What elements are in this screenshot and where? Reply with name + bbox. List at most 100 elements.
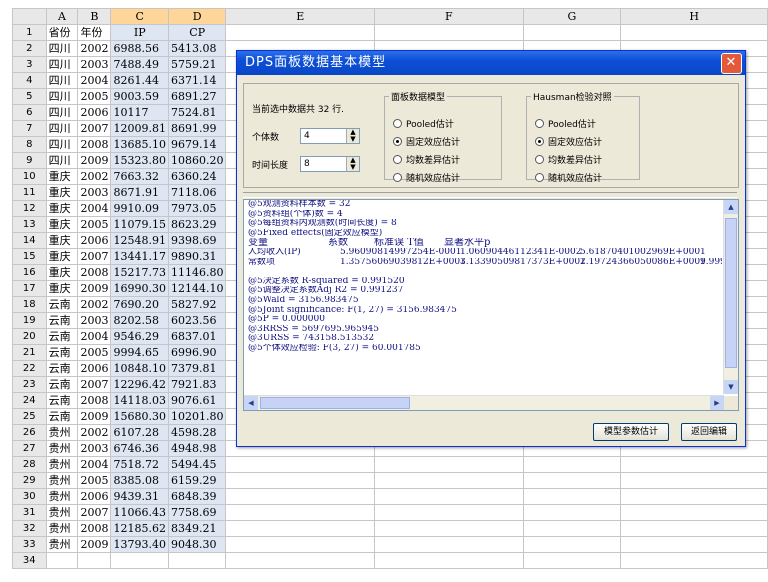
data-cell[interactable]: 9076.61 <box>167 392 227 409</box>
empty-cell[interactable] <box>522 24 622 41</box>
row-header[interactable]: 21 <box>12 344 47 361</box>
radio-option[interactable]: 均数差异估计 <box>393 153 460 166</box>
empty-cell[interactable] <box>620 472 768 489</box>
data-cell[interactable]: 云南 <box>45 328 79 345</box>
column-header-f[interactable]: F <box>374 8 524 25</box>
empty-cell[interactable] <box>167 552 227 569</box>
data-cell[interactable]: 2009 <box>77 280 112 297</box>
data-cell[interactable]: 重庆 <box>45 200 79 217</box>
empty-cell[interactable] <box>225 488 375 505</box>
data-cell[interactable]: 2002 <box>77 424 112 441</box>
radio-option[interactable]: 随机效应估计 <box>393 171 460 184</box>
row-header[interactable]: 30 <box>12 488 47 505</box>
data-cell[interactable]: 四川 <box>45 152 79 169</box>
data-cell[interactable]: 11066.43 <box>110 504 169 521</box>
radio-option[interactable]: Pooled估计 <box>393 117 454 130</box>
row-header[interactable]: 7 <box>12 120 47 137</box>
back-to-edit-button[interactable]: 返回编辑 <box>681 423 737 441</box>
data-cell[interactable]: 2002 <box>77 40 112 57</box>
empty-cell[interactable] <box>45 552 79 569</box>
empty-cell[interactable] <box>225 504 375 521</box>
data-cell[interactable]: 7379.81 <box>167 360 227 377</box>
data-cell[interactable]: 重庆 <box>45 264 79 281</box>
data-cell[interactable]: 8385.08 <box>110 472 169 489</box>
data-cell[interactable]: 重庆 <box>45 168 79 185</box>
empty-cell[interactable] <box>522 472 622 489</box>
scroll-right-icon[interactable]: ▶ <box>710 396 724 410</box>
data-cell[interactable]: 2004 <box>77 328 112 345</box>
data-cell[interactable]: 2004 <box>77 72 112 89</box>
data-cell[interactable]: 四川 <box>45 88 79 105</box>
vertical-scrollbar[interactable]: ▲ ▼ <box>723 200 738 394</box>
data-cell[interactable]: 重庆 <box>45 216 79 233</box>
header-cell[interactable]: CP <box>167 24 227 41</box>
empty-cell[interactable] <box>620 24 768 41</box>
row-header[interactable]: 16 <box>12 264 47 281</box>
data-cell[interactable]: 贵州 <box>45 424 79 441</box>
row-header[interactable]: 6 <box>12 104 47 121</box>
data-cell[interactable]: 15217.73 <box>110 264 169 281</box>
data-cell[interactable]: 10860.20 <box>167 152 227 169</box>
data-cell[interactable]: 2006 <box>77 488 112 505</box>
data-cell[interactable]: 10848.10 <box>110 360 169 377</box>
data-cell[interactable]: 15680.30 <box>110 408 169 425</box>
data-cell[interactable]: 6848.39 <box>167 488 227 505</box>
data-cell[interactable]: 5494.45 <box>167 456 227 473</box>
data-cell[interactable]: 6360.24 <box>167 168 227 185</box>
empty-cell[interactable] <box>620 552 768 569</box>
empty-cell[interactable] <box>522 552 622 569</box>
data-cell[interactable]: 重庆 <box>45 232 79 249</box>
data-cell[interactable]: 云南 <box>45 392 79 409</box>
empty-cell[interactable] <box>225 472 375 489</box>
header-cell[interactable]: 年份 <box>77 24 112 41</box>
horizontal-scrollbar[interactable]: ◀ ▶ <box>244 395 724 410</box>
data-cell[interactable]: 2007 <box>77 376 112 393</box>
data-cell[interactable]: 2005 <box>77 216 112 233</box>
row-header[interactable]: 8 <box>12 136 47 153</box>
data-cell[interactable]: 9546.29 <box>110 328 169 345</box>
data-cell[interactable]: 13441.17 <box>110 248 169 265</box>
column-header-d[interactable]: D <box>167 8 227 25</box>
data-cell[interactable]: 重庆 <box>45 280 79 297</box>
close-icon[interactable]: ✕ <box>721 53 742 74</box>
data-cell[interactable]: 6891.27 <box>167 88 227 105</box>
data-cell[interactable]: 云南 <box>45 312 79 329</box>
data-cell[interactable]: 12548.91 <box>110 232 169 249</box>
row-header[interactable]: 23 <box>12 376 47 393</box>
data-cell[interactable]: 贵州 <box>45 504 79 521</box>
empty-cell[interactable] <box>374 456 524 473</box>
empty-cell[interactable] <box>374 504 524 521</box>
data-cell[interactable]: 6159.29 <box>167 472 227 489</box>
data-cell[interactable]: 9439.31 <box>110 488 169 505</box>
empty-cell[interactable] <box>522 536 622 553</box>
data-cell[interactable]: 8623.29 <box>167 216 227 233</box>
header-cell[interactable]: 省份 <box>45 24 79 41</box>
empty-cell[interactable] <box>110 552 169 569</box>
row-header[interactable]: 2 <box>12 40 47 57</box>
data-cell[interactable]: 10117 <box>110 104 169 121</box>
data-cell[interactable]: 四川 <box>45 40 79 57</box>
row-header[interactable]: 33 <box>12 536 47 553</box>
data-cell[interactable]: 2003 <box>77 312 112 329</box>
data-cell[interactable]: 7518.72 <box>110 456 169 473</box>
radio-option[interactable]: Pooled估计 <box>535 117 596 130</box>
row-header[interactable]: 28 <box>12 456 47 473</box>
scroll-thumb[interactable] <box>260 397 410 409</box>
row-header[interactable]: 9 <box>12 152 47 169</box>
empty-cell[interactable] <box>522 504 622 521</box>
data-cell[interactable]: 6371.14 <box>167 72 227 89</box>
data-cell[interactable]: 7973.05 <box>167 200 227 217</box>
data-cell[interactable]: 12296.42 <box>110 376 169 393</box>
data-cell[interactable]: 15323.80 <box>110 152 169 169</box>
data-cell[interactable]: 2005 <box>77 472 112 489</box>
data-cell[interactable]: 5413.08 <box>167 40 227 57</box>
data-cell[interactable]: 11146.80 <box>167 264 227 281</box>
empty-cell[interactable] <box>374 552 524 569</box>
radio-option[interactable]: 随机效应估计 <box>535 171 602 184</box>
data-cell[interactable]: 6837.01 <box>167 328 227 345</box>
empty-cell[interactable] <box>522 520 622 537</box>
data-cell[interactable]: 重庆 <box>45 184 79 201</box>
empty-cell[interactable] <box>77 552 112 569</box>
data-cell[interactable]: 2008 <box>77 520 112 537</box>
row-header[interactable]: 22 <box>12 360 47 377</box>
